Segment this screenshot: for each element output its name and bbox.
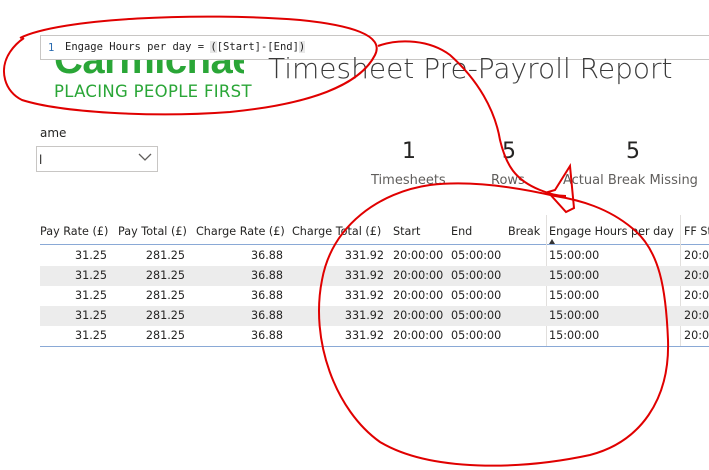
cell-pay-total: 281.25 xyxy=(145,249,185,262)
cell-charge-total: 331.92 xyxy=(344,309,384,322)
cell-end: 05:00:00 xyxy=(451,309,502,322)
cell-charge-rate: 36.88 xyxy=(250,269,283,282)
logo-name: Carmichael xyxy=(54,60,244,82)
formula-line-number: 1 xyxy=(48,42,55,54)
cell-end: 05:00:00 xyxy=(451,289,502,302)
cell-engage-hours: 15:00:00 xyxy=(549,269,600,282)
cell-pay-rate: 31.25 xyxy=(74,249,107,262)
cell-pay-rate: 31.25 xyxy=(74,289,107,302)
cell-pay-rate: 31.25 xyxy=(74,309,107,322)
col-header-break[interactable]: Break xyxy=(508,225,540,238)
cell-charge-rate: 36.88 xyxy=(250,289,283,302)
col-header-pay-rate[interactable]: Pay Rate (£) xyxy=(40,225,108,238)
card-break-missing-label: Actual Break Missing xyxy=(563,173,698,188)
col-header-start[interactable]: Start xyxy=(393,225,420,238)
cell-end: 05:00:00 xyxy=(451,269,502,282)
logo-tagline: PLACING PEOPLE FIRST xyxy=(54,82,252,101)
cell-engage-hours: 15:00:00 xyxy=(549,309,600,322)
cell-ff-start: 20:00 xyxy=(684,289,709,302)
cell-ff-start: 20:00 xyxy=(684,269,709,282)
card-timesheets-label: Timesheets xyxy=(371,173,446,188)
cell-start: 20:00:00 xyxy=(393,309,444,322)
cell-charge-rate: 36.88 xyxy=(250,329,283,342)
col-header-charge-total[interactable]: Charge Total (£) xyxy=(292,225,381,238)
cell-engage-hours: 15:00:00 xyxy=(549,329,600,342)
col-header-engage-hours[interactable]: Engage Hours per day xyxy=(549,225,674,238)
slicer-label: ame xyxy=(40,126,67,140)
name-slicer-dropdown[interactable]: l xyxy=(36,146,158,172)
cell-pay-total: 281.25 xyxy=(145,329,185,342)
card-break-missing-value: 5 xyxy=(626,139,640,164)
cell-start: 20:00:00 xyxy=(393,329,444,342)
cell-engage-hours: 15:00:00 xyxy=(549,249,600,262)
cell-end: 05:00:00 xyxy=(451,249,502,262)
cell-ff-start: 20:00 xyxy=(684,249,709,262)
table-bottom-border xyxy=(40,346,709,347)
cell-end: 05:00:00 xyxy=(451,329,502,342)
cell-ff-start: 20:00 xyxy=(684,309,709,322)
card-timesheets-value: 1 xyxy=(402,139,416,164)
cell-charge-rate: 36.88 xyxy=(250,309,283,322)
company-logo: Carmichael xyxy=(54,60,244,82)
cell-start: 20:00:00 xyxy=(393,289,444,302)
col-header-end[interactable]: End xyxy=(451,225,472,238)
card-rows-label: Rows xyxy=(491,173,525,188)
cell-charge-rate: 36.88 xyxy=(250,249,283,262)
cell-pay-rate: 31.25 xyxy=(74,269,107,282)
cell-pay-total: 281.25 xyxy=(145,289,185,302)
col-header-charge-rate[interactable]: Charge Rate (£) xyxy=(196,225,285,238)
card-rows-value: 5 xyxy=(502,139,516,164)
cell-engage-hours: 15:00:00 xyxy=(549,289,600,302)
cell-charge-total: 331.92 xyxy=(344,289,384,302)
cell-pay-rate: 31.25 xyxy=(74,329,107,342)
cell-start: 20:00:00 xyxy=(393,269,444,282)
slicer-value: l xyxy=(39,153,43,167)
sort-ascending-icon xyxy=(549,239,555,244)
cell-charge-total: 331.92 xyxy=(344,269,384,282)
cell-charge-total: 331.92 xyxy=(344,329,384,342)
cell-pay-total: 281.25 xyxy=(145,309,185,322)
cell-ff-start: 20:00 xyxy=(684,329,709,342)
report-title: Timesheet Pre-Payroll Report xyxy=(268,52,673,85)
col-header-pay-total[interactable]: Pay Total (£) xyxy=(118,225,187,238)
col-header-ff-start[interactable]: FF St xyxy=(684,225,709,238)
cell-charge-total: 331.92 xyxy=(344,249,384,262)
cell-start: 20:00:00 xyxy=(393,249,444,262)
chevron-down-icon[interactable] xyxy=(137,150,153,164)
cell-pay-total: 281.25 xyxy=(145,269,185,282)
formula-prefix: Engage Hours per day = xyxy=(65,41,211,53)
